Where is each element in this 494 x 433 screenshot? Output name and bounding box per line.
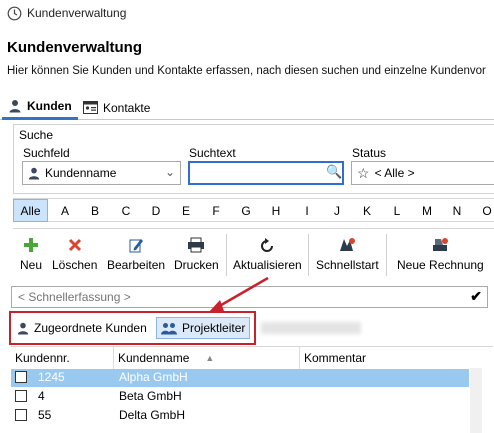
new-button[interactable]: Neu [20,236,42,272]
row-checkbox[interactable] [15,371,27,383]
tab-kunden[interactable]: Kunden [2,95,78,120]
status-select[interactable]: ☆ < Alle > [351,161,494,185]
letter-n[interactable]: N [447,199,467,222]
table-row[interactable]: 4 Beta GmbH [11,388,469,406]
search-text-input[interactable] [188,161,344,185]
quickstart-icon [337,236,357,254]
new-invoice-button[interactable]: Neue Rechnung [397,236,484,272]
invoice-icon [430,236,450,254]
table-row[interactable]: 55 Delta GmbH [11,407,469,425]
cell-kundenname: Beta GmbH [119,389,182,403]
tab-kontakte[interactable]: Kontakte [77,95,156,120]
chevron-down-icon: ⌄ [164,165,175,179]
contact-card-icon [83,101,98,114]
cell-kundennr: 4 [38,389,45,403]
letter-c[interactable]: C [116,199,136,222]
letter-i[interactable]: I [297,199,317,222]
star-outline-icon: ☆ [357,164,370,181]
letter-b[interactable]: B [85,199,105,222]
letter-d[interactable]: D [146,199,166,222]
cell-kundenname: Delta GmbH [119,408,186,422]
delete-x-icon [65,236,85,254]
edit-button[interactable]: Bearbeiten [107,236,165,272]
person-icon [9,100,21,113]
checkmark-icon[interactable]: ✔ [470,288,482,305]
column-header-kundennr[interactable]: Kundennr. [11,347,114,369]
column-header-kundenname[interactable]: Kundenname ▲ [114,347,300,369]
row-checkbox[interactable] [15,390,27,402]
person-icon [28,167,40,179]
column-header-kundenname-label: Kundenname [118,351,190,365]
binoculars-icon[interactable]: 🔍 [326,164,342,180]
letter-o[interactable]: O [477,199,494,222]
customer-table: Kundennr. Kundenname ▲ Kommentar 1245 Al… [11,346,493,433]
refresh-icon [257,236,277,254]
cell-kundennr: 1245 [38,370,65,384]
letter-j[interactable]: J [327,199,347,222]
refresh-button[interactable]: Aktualisieren [233,236,302,272]
letter-h[interactable]: H [266,199,286,222]
tab-kunden-label: Kunden [27,99,72,113]
tab-bar: Kunden Kontakte [0,95,494,120]
row-checkbox[interactable] [15,409,27,421]
cell-kundenname: Alpha GmbH [119,370,188,384]
printer-icon [186,236,206,254]
column-header-kommentar[interactable]: Kommentar [300,347,470,369]
status-value: < Alle > [374,166,415,180]
letter-filter-bar: Alle A B C D E F G H I J K L M N O [13,198,494,222]
page-description: Hier können Sie Kunden und Kontakte erfa… [7,65,486,77]
letter-e[interactable]: E [176,199,196,222]
blurred-filter [261,322,361,334]
toolbar-separator [308,234,309,276]
cell-kundennr: 55 [38,408,52,422]
toolbar-divider [13,228,494,229]
letter-all[interactable]: Alle [13,199,48,222]
sort-ascending-icon: ▲ [205,353,215,363]
window-title: Kundenverwaltung [27,6,127,20]
search-text-label: Suchtext [189,146,236,160]
print-button[interactable]: Drucken [174,236,219,272]
print-button-label: Drucken [174,258,219,272]
table-scrollbar[interactable] [470,368,482,433]
search-field-label: Suchfeld [23,146,70,160]
quickstart-button[interactable]: Schnellstart [316,236,379,272]
table-row[interactable]: 1245 Alpha GmbH [11,369,469,387]
delete-button[interactable]: Löschen [52,236,97,272]
refresh-button-label: Aktualisieren [233,258,302,272]
search-field-value: Kundenname [45,166,117,180]
letter-g[interactable]: G [236,199,256,222]
new-button-label: Neu [20,258,43,272]
quickstart-button-label: Schnellstart [316,258,379,272]
letter-a[interactable]: A [55,199,75,222]
tab-kontakte-label: Kontakte [103,100,151,115]
letter-l[interactable]: L [387,199,407,222]
edit-icon [126,236,146,254]
letter-f[interactable]: F [206,199,226,222]
status-label: Status [352,146,387,160]
page-heading: Kundenverwaltung [7,39,143,56]
search-group-label: Suche [19,128,54,142]
letter-m[interactable]: M [417,199,437,222]
edit-button-label: Bearbeiten [107,258,166,272]
toolbar-separator [386,234,387,276]
title-bar: Kundenverwaltung [0,0,494,28]
letter-k[interactable]: K [357,199,377,222]
new-invoice-button-label: Neue Rechnung [397,258,484,272]
clock-icon [7,6,22,21]
toolbar-separator [226,234,227,276]
delete-button-label: Löschen [52,258,98,272]
plus-icon [21,236,41,254]
annotation-arrow [208,276,269,313]
search-field-select[interactable]: Kundenname ⌄ [22,161,181,185]
